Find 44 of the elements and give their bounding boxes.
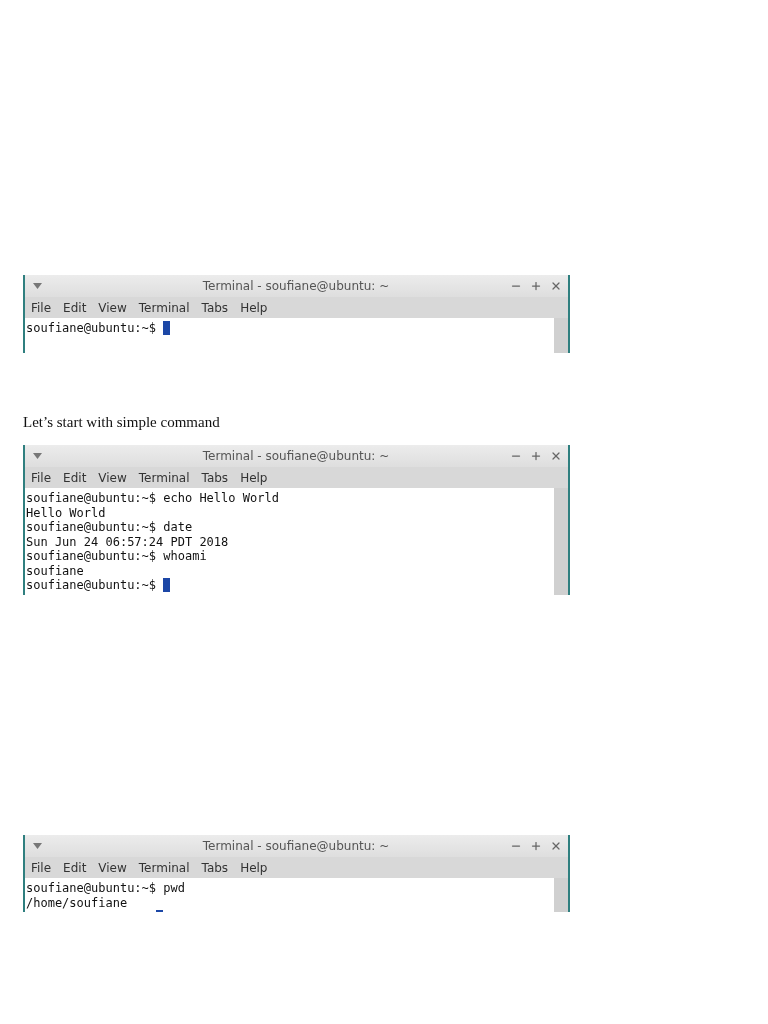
caption-text: Let’s start with simple command <box>23 414 221 431</box>
menu-item[interactable]: Terminal <box>138 300 190 315</box>
terminal-line: soufiane@ubuntu:~$ <box>26 321 157 336</box>
close-icon[interactable] <box>550 840 562 852</box>
window-title: Terminal - soufiane@ubuntu: ~ <box>201 279 391 293</box>
menu-item[interactable]: Tabs <box>201 470 229 485</box>
scrollbar[interactable] <box>554 878 568 912</box>
maximize-icon[interactable] <box>530 280 542 292</box>
scrollbar[interactable] <box>554 318 568 353</box>
window-title: Terminal - soufiane@ubuntu: ~ <box>201 839 391 853</box>
menu-item[interactable]: Edit <box>63 470 87 485</box>
menu-item[interactable]: Help <box>240 300 268 315</box>
menu-item[interactable]: Edit <box>63 300 87 315</box>
dropdown-arrow-icon[interactable] <box>33 453 42 459</box>
close-icon[interactable] <box>550 450 562 462</box>
menu-item[interactable]: Help <box>240 860 268 875</box>
terminal-line: soufiane@ubuntu:~$ echo Hello World <box>26 491 279 506</box>
terminal-line: Sun Jun 24 06:57:24 PDT 2018 <box>26 534 229 549</box>
terminal-line: /home/soufiane <box>26 895 128 910</box>
menu-item[interactable]: Terminal <box>138 860 190 875</box>
close-icon[interactable] <box>550 280 562 292</box>
terminal-line: soufiane@ubuntu:~$ <box>26 578 157 593</box>
menu-item[interactable]: Help <box>240 470 268 485</box>
dropdown-arrow-icon[interactable] <box>33 843 42 849</box>
menu-item[interactable]: File <box>31 300 52 315</box>
menu-item[interactable]: File <box>31 470 52 485</box>
menu-item[interactable]: View <box>98 300 127 315</box>
window-title: Terminal - soufiane@ubuntu: ~ <box>201 449 391 463</box>
menu-item[interactable]: Terminal <box>138 470 190 485</box>
menu-item[interactable]: Edit <box>63 860 87 875</box>
menu-item[interactable]: View <box>98 470 127 485</box>
menu-item[interactable]: Tabs <box>201 300 229 315</box>
terminal-line: soufiane@ubuntu:~$ pwd <box>26 881 185 896</box>
terminal-line: soufiane <box>26 563 84 578</box>
maximize-icon[interactable] <box>530 840 542 852</box>
terminal-line: soufiane@ubuntu:~$ whoami <box>26 549 207 564</box>
dropdown-arrow-icon[interactable] <box>33 283 42 289</box>
menu-item[interactable]: View <box>98 860 127 875</box>
maximize-icon[interactable] <box>530 450 542 462</box>
scrollbar[interactable] <box>554 488 568 595</box>
terminal-line: soufiane@ubuntu:~$ date <box>26 520 193 535</box>
menu-item[interactable]: Tabs <box>201 860 229 875</box>
terminal-line: Hello World <box>26 505 106 520</box>
menu-item[interactable]: File <box>31 860 52 875</box>
